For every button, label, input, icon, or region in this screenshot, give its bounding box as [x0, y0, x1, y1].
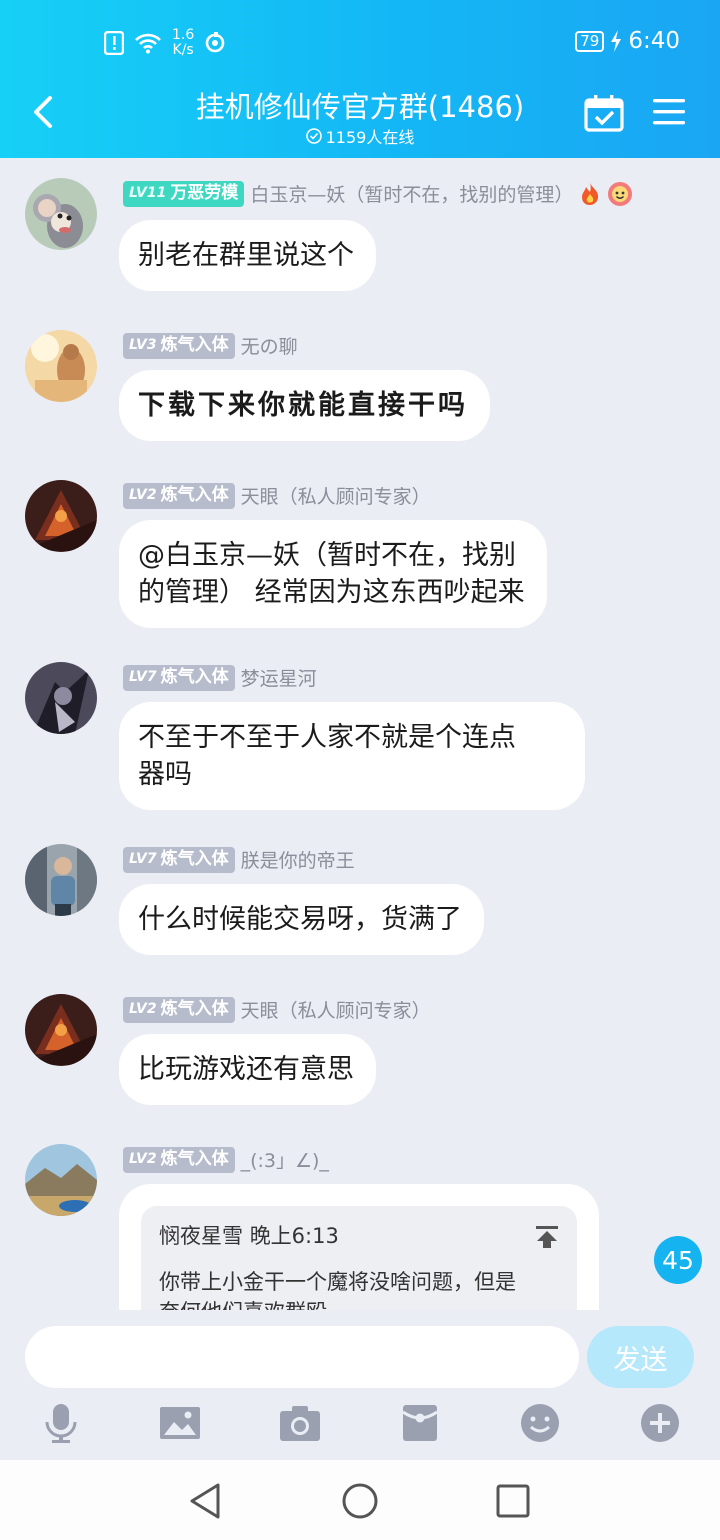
quoted-reply[interactable]: 悯夜星雪 晚上6:13 你带上小金干一个魔将没啥问题，但是 奈何他们喜欢群殴: [141, 1206, 577, 1310]
level-badge: LV2 炼气入体: [123, 996, 235, 1023]
net-speed: 1.6 K/s: [172, 27, 195, 58]
message-bubble[interactable]: 比玩游戏还有意思: [119, 1034, 376, 1105]
reply-time: 晚上6:13: [249, 1224, 339, 1248]
chat-header: 1.6 K/s 79 6:40 挂机修仙传官方群(1486) 1159人在线: [0, 0, 720, 158]
fire-icon: [582, 182, 599, 205]
input-bar: 发送: [0, 1310, 720, 1460]
new-messages-badge[interactable]: 45: [654, 1236, 702, 1284]
emoji-icon[interactable]: [519, 1402, 561, 1444]
reply-author: 悯夜星雪: [159, 1224, 243, 1248]
nav-back-icon[interactable]: [186, 1481, 226, 1521]
level-badge: LV7 炼气入体: [123, 664, 235, 691]
level-badge: LV2 炼气入体: [123, 1146, 235, 1173]
check-circle-icon: [305, 128, 322, 144]
sender-name: 白玉京—妖（暂时不在，找别的管理）: [250, 184, 574, 206]
plus-icon[interactable]: [639, 1402, 681, 1444]
avatar[interactable]: [25, 844, 97, 916]
level-badge: LV2 炼气入体: [123, 482, 235, 509]
avatar[interactable]: [25, 330, 97, 402]
level-badge: LV3 炼气入体: [123, 332, 235, 359]
input-toolbar: [0, 1402, 720, 1448]
message-bubble[interactable]: 下载下来你就能直接干吗: [119, 370, 490, 441]
menu-icon[interactable]: [652, 96, 686, 128]
avatar[interactable]: [25, 1144, 97, 1216]
system-nav-bar: [0, 1460, 720, 1540]
nav-home-icon[interactable]: [340, 1481, 380, 1521]
message-input[interactable]: [25, 1326, 579, 1388]
message-bubble[interactable]: 悯夜星雪 晚上6:13 你带上小金干一个魔将没啥问题，但是 奈何他们喜欢群殴: [119, 1184, 599, 1310]
send-button[interactable]: 发送: [587, 1326, 694, 1388]
sender-name: _(:3」∠)_: [240, 1150, 329, 1172]
back-icon[interactable]: [26, 90, 60, 134]
clock: 6:40: [628, 28, 680, 54]
charging-icon: [611, 30, 622, 52]
image-icon[interactable]: [159, 1402, 201, 1444]
sender-name: 朕是你的帝王: [240, 850, 355, 872]
message-bubble[interactable]: 别老在群里说这个: [119, 220, 376, 291]
message-list[interactable]: LV11 万恶劳模 白玉京—妖（暂时不在，找别的管理） 别老在群里说这个 LV3 炼…: [0, 158, 720, 1310]
nav-recents-icon[interactable]: [493, 1481, 533, 1521]
battery-level: 79: [575, 30, 605, 52]
status-bar: 1.6 K/s 79 6:40: [0, 22, 720, 62]
sender-name: 天眼（私人顾问专家）: [240, 1000, 431, 1022]
group-title[interactable]: 挂机修仙传官方群(1486): [120, 84, 600, 126]
calendar-check-icon[interactable]: [584, 94, 624, 132]
sender-name: 天眼（私人顾问专家）: [240, 486, 431, 508]
sender-name: 无の聊: [240, 336, 298, 358]
camera-icon[interactable]: [279, 1402, 321, 1444]
sync-icon: [205, 32, 225, 53]
message-bubble[interactable]: 什么时候能交易呀，货满了: [119, 884, 484, 955]
online-count: 1159人在线: [120, 124, 600, 148]
red-packet-icon[interactable]: [399, 1402, 441, 1444]
jump-to-top-icon[interactable]: [535, 1225, 559, 1249]
avatar[interactable]: [25, 178, 97, 250]
mic-icon[interactable]: [40, 1402, 82, 1444]
sender-name: 梦运星河: [240, 668, 317, 690]
avatar[interactable]: [25, 994, 97, 1066]
flower-emoji-icon: [608, 181, 633, 206]
message-bubble[interactable]: 不至于不至于人家不就是个连点 器吗: [119, 702, 585, 810]
alert-sim-icon: [104, 31, 124, 55]
message-bubble[interactable]: @白玉京—妖（暂时不在，找别 的管理） 经常因为这东西吵起来: [119, 520, 547, 628]
level-badge: LV7 炼气入体: [123, 846, 235, 873]
wifi-icon: [135, 33, 161, 54]
avatar[interactable]: [25, 662, 97, 734]
avatar[interactable]: [25, 480, 97, 552]
level-badge: LV11 万恶劳模: [123, 180, 245, 207]
